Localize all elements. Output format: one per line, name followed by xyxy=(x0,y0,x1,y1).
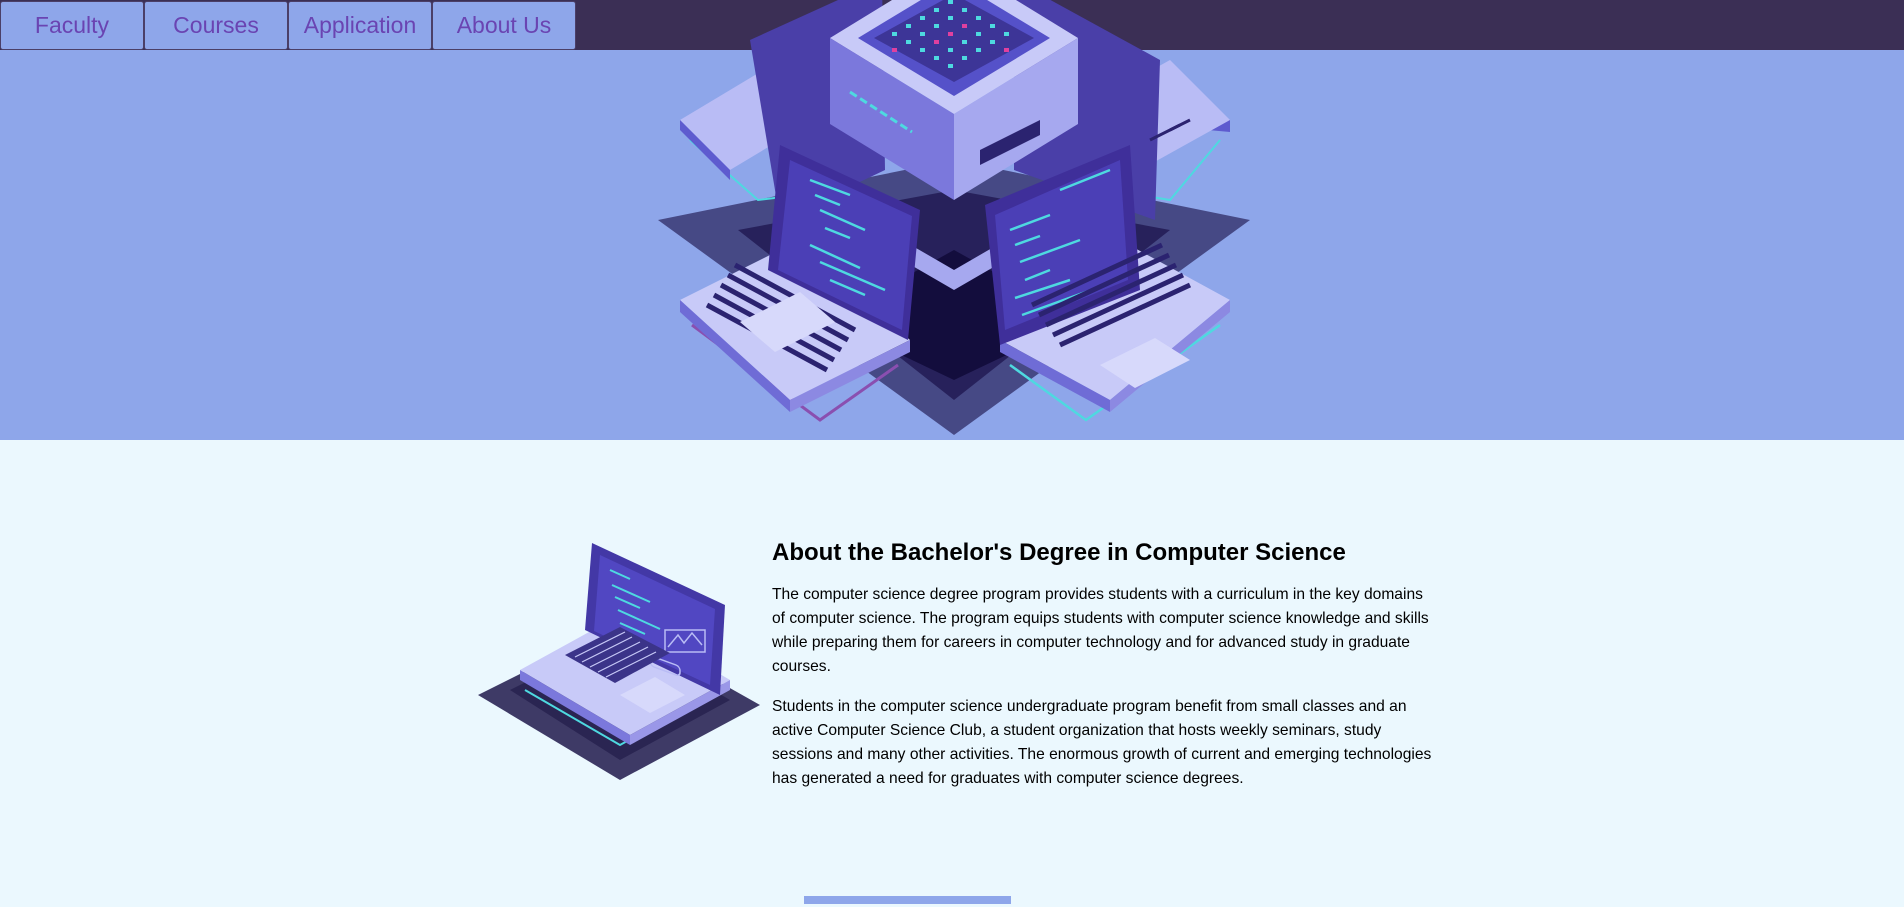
bottom-accent-bar xyxy=(804,896,1011,904)
about-title: About the Bachelor's Degree in Computer … xyxy=(772,539,1346,566)
nav-faculty-button[interactable]: Faculty xyxy=(0,1,144,50)
nav-about-us-button[interactable]: About Us xyxy=(432,1,576,50)
about-paragraph-1: The computer science degree program prov… xyxy=(772,586,1429,675)
nav-courses-button[interactable]: Courses xyxy=(144,1,288,50)
about-laptop-illustration xyxy=(478,543,760,780)
about-paragraph-2: Students in the computer science undergr… xyxy=(772,698,1432,787)
about-section: About the Bachelor's Degree in Computer … xyxy=(772,538,1432,807)
hero-server-laptops-illustration xyxy=(658,0,1250,435)
nav-application-button[interactable]: Application xyxy=(288,1,432,50)
